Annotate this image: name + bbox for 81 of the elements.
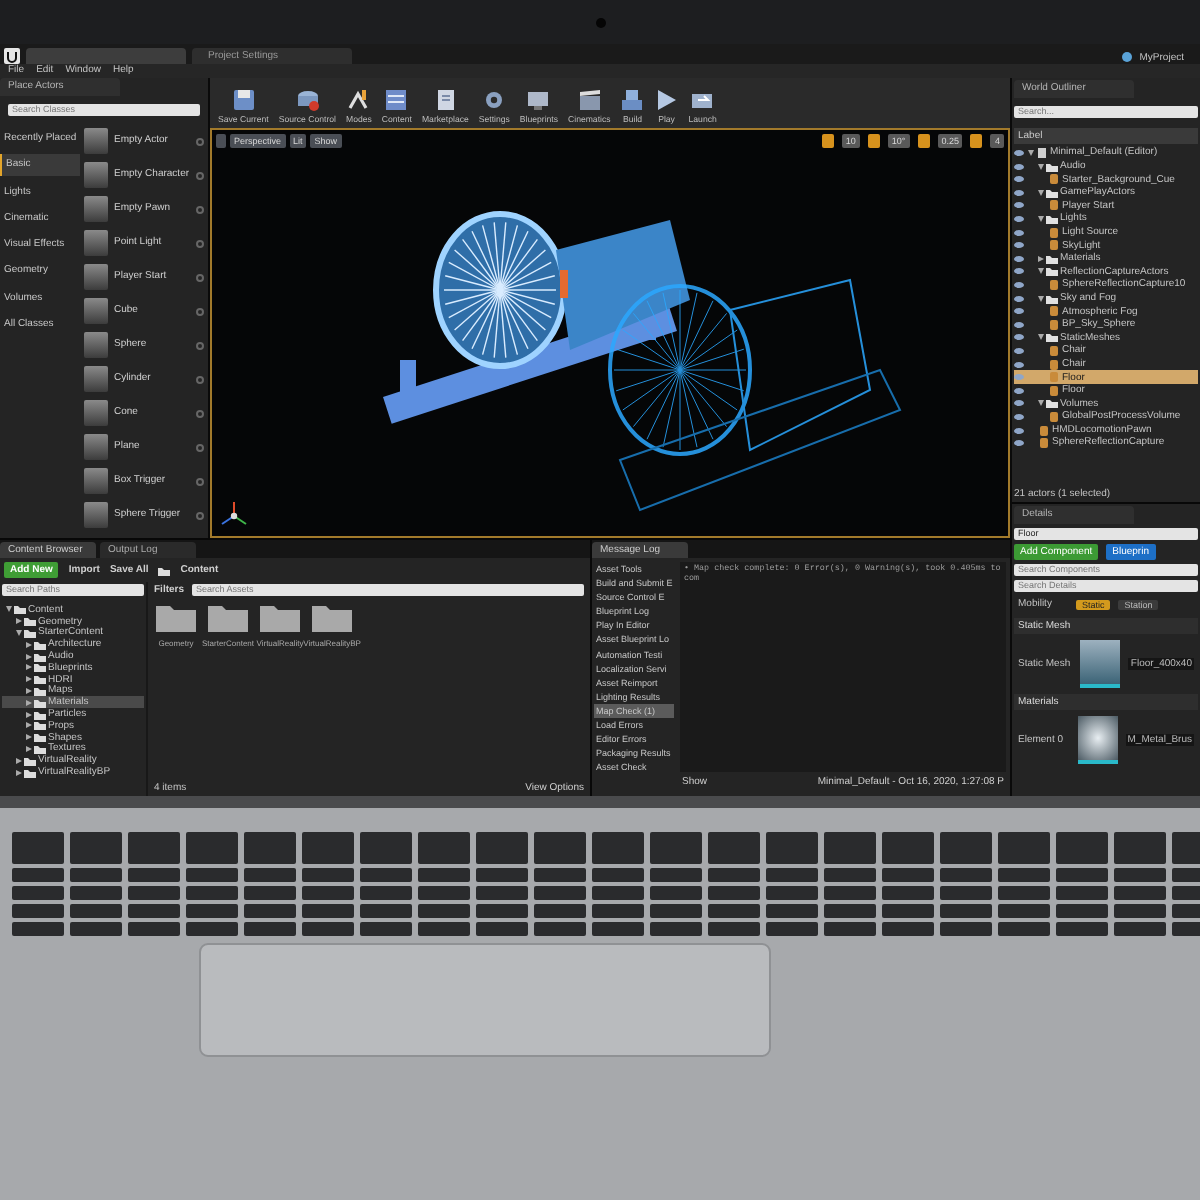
info-icon[interactable] [195, 443, 204, 451]
actor-thumbnail [84, 196, 108, 222]
collapsed-arrow-icon[interactable] [26, 699, 32, 706]
expanded-arrow-icon[interactable] [16, 629, 22, 636]
expanded-arrow-icon[interactable] [1038, 163, 1044, 170]
info-icon[interactable] [195, 171, 204, 179]
collapsed-arrow-icon[interactable] [26, 722, 32, 729]
folder-icon [1046, 293, 1058, 304]
cylinder-icon [295, 87, 320, 112]
actor-thumbnail [84, 162, 108, 188]
snap-toggle[interactable] [821, 134, 834, 148]
folder-icon [1046, 187, 1058, 198]
actor-thumbnail [84, 230, 108, 256]
collapsed-arrow-icon[interactable] [26, 687, 32, 694]
level-icon [1036, 148, 1048, 159]
info-icon[interactable] [195, 307, 204, 315]
folder-icon [1046, 214, 1058, 225]
collapsed-arrow-icon[interactable] [26, 711, 32, 718]
collapsed-arrow-icon[interactable] [26, 734, 32, 741]
document-icon [433, 87, 458, 112]
blocks-icon [620, 87, 645, 112]
folder-icon [1046, 161, 1058, 172]
collapsed-arrow-icon[interactable] [16, 757, 22, 764]
folder-icon [156, 604, 196, 633]
info-icon[interactable] [195, 375, 204, 383]
collapsed-arrow-icon[interactable] [26, 664, 32, 671]
collapsed-arrow-icon[interactable] [26, 745, 32, 752]
actor-icon [1048, 200, 1060, 211]
info-icon[interactable] [195, 477, 204, 485]
folder-icon [1046, 398, 1058, 409]
collapsed-arrow-icon[interactable] [16, 618, 22, 625]
collapsed-arrow-icon[interactable] [1038, 255, 1044, 262]
snap-toggle[interactable] [917, 134, 930, 148]
actor-thumbnail [84, 366, 108, 392]
expanded-arrow-icon[interactable] [1038, 295, 1044, 302]
tools-icon [346, 87, 371, 112]
actor-thumbnail [84, 468, 108, 494]
actor-thumbnail [84, 264, 108, 290]
info-icon[interactable] [195, 137, 204, 145]
actor-thumbnail [84, 298, 108, 324]
asset-thumbnail [1080, 639, 1121, 688]
actor-icon [1048, 174, 1060, 185]
info-icon[interactable] [195, 341, 204, 349]
collapsed-arrow-icon[interactable] [26, 676, 32, 683]
actor-thumbnail [84, 332, 108, 358]
actor-thumbnail [84, 400, 108, 426]
expanded-arrow-icon[interactable] [1038, 268, 1044, 275]
monitor-icon [526, 87, 551, 112]
collapsed-arrow-icon[interactable] [26, 641, 32, 648]
info-icon[interactable] [195, 511, 204, 519]
expanded-arrow-icon[interactable] [1038, 189, 1044, 196]
clapperboard-icon [577, 87, 602, 112]
folder-icon [208, 604, 248, 633]
asset-thumbnail [1077, 716, 1118, 764]
folder-icon [158, 565, 171, 575]
actor-icon [1048, 279, 1060, 290]
collapsed-arrow-icon[interactable] [16, 769, 22, 776]
info-icon[interactable] [195, 205, 204, 213]
expanded-arrow-icon[interactable] [1038, 334, 1044, 341]
snap-toggle[interactable] [970, 134, 983, 148]
expanded-arrow-icon[interactable] [6, 606, 12, 613]
grid-icon [384, 87, 409, 112]
expanded-arrow-icon[interactable] [1038, 400, 1044, 407]
folder-icon [312, 604, 352, 633]
info-icon[interactable] [195, 239, 204, 247]
project-icon [1121, 52, 1132, 63]
expanded-arrow-icon[interactable] [1028, 150, 1034, 157]
axis-gizmo-icon [220, 500, 248, 528]
actor-thumbnail [84, 502, 108, 528]
collapsed-arrow-icon[interactable] [26, 653, 32, 660]
info-icon[interactable] [195, 273, 204, 281]
actor-thumbnail [84, 434, 108, 460]
camera-icon [595, 17, 605, 27]
actor-thumbnail [84, 128, 108, 154]
play-icon [654, 87, 679, 112]
folder-icon [260, 604, 300, 633]
folder-icon [1046, 332, 1058, 343]
expanded-arrow-icon[interactable] [1038, 216, 1044, 223]
gear-icon [482, 87, 507, 112]
info-icon[interactable] [195, 409, 204, 417]
snap-toggle[interactable] [867, 134, 880, 148]
